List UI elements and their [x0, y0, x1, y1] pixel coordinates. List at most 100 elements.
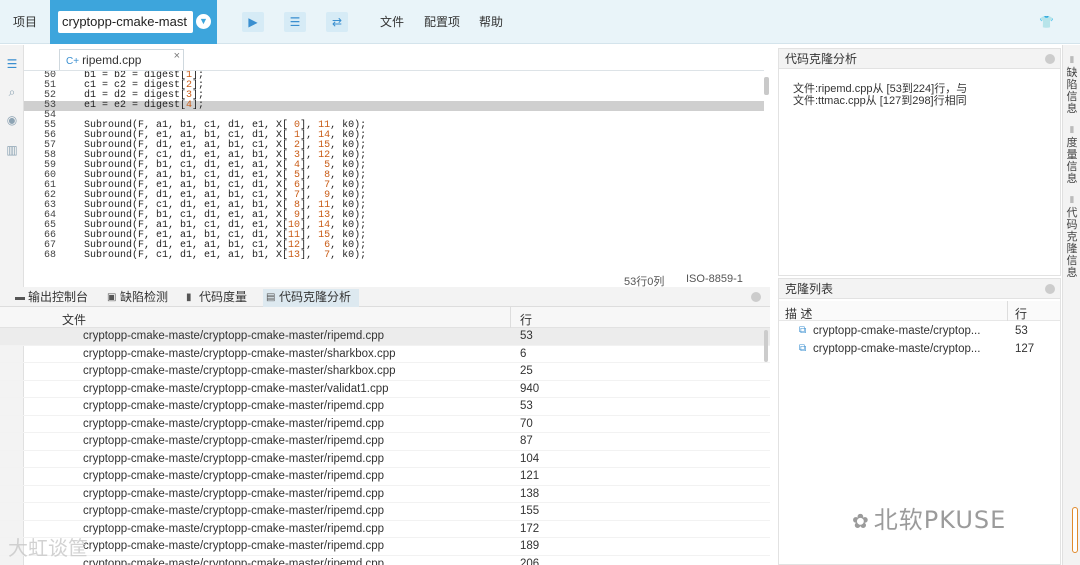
bar-chart-icon: ▮ — [1069, 124, 1075, 134]
list-item[interactable]: ⧉ cryptopp-cmake-maste/cryptop... 53 — [779, 322, 1060, 340]
line-number: 53 — [520, 330, 533, 342]
table-row[interactable]: cryptopp-cmake-maste/cryptopp-cmake-mast… — [0, 451, 770, 468]
skin-icon[interactable]: 👕 — [1039, 15, 1054, 29]
clone-desc-line: 文件:ripemd.cpp从 [53到224]行，与 — [793, 83, 968, 95]
line-number: 172 — [520, 522, 540, 535]
file-encoding: ISO-8859-1 — [686, 273, 743, 285]
code-line[interactable]: 53 e1 = e2 = digest[4]; — [24, 101, 764, 111]
document-icon: ▤ — [266, 292, 276, 303]
minimize-icon[interactable] — [1045, 284, 1055, 294]
tab-defect[interactable]: ▣ 缺陷检测 — [104, 289, 168, 307]
close-icon[interactable]: × — [174, 46, 180, 66]
line-number: 206 — [520, 557, 540, 565]
code-text: e1 = e2 = digest[4]; — [60, 100, 205, 111]
table-row[interactable]: cryptopp-cmake-maste/cryptopp-cmake-mast… — [0, 328, 770, 346]
run-icon[interactable]: ▶ — [242, 12, 264, 32]
table-row[interactable]: cryptopp-cmake-maste/cryptopp-cmake-mast… — [0, 433, 770, 451]
list-icon[interactable]: ☰ — [284, 12, 306, 32]
table-row[interactable]: cryptopp-cmake-maste/cryptopp-cmake-mast… — [0, 381, 770, 398]
line-number: 155 — [520, 505, 540, 517]
vertical-tab-label: 缺陷信息 — [1066, 67, 1078, 115]
file-path: cryptopp-cmake-maste/cryptopp-cmake-mast… — [83, 557, 385, 565]
minimize-icon[interactable] — [751, 292, 761, 302]
right-tab-strip: ▮ 缺陷信息 ▮ 度量信息 ▮ 代码克隆信息 — [1062, 45, 1080, 565]
target-icon[interactable]: ◉ — [4, 112, 20, 128]
vertical-tab-label: 代码克隆信息 — [1066, 207, 1078, 279]
code-area[interactable]: 50 b1 = b2 = digest[1]; 51 c1 = c2 = dige… — [24, 70, 764, 268]
table-row[interactable]: cryptopp-cmake-maste/cryptopp-cmake-mast… — [0, 521, 770, 538]
file-path: cryptopp-cmake-maste/cryptopp-cmake-mast… — [83, 522, 385, 535]
cpp-file-icon: C+ — [66, 56, 80, 67]
swap-icon[interactable]: ⇄ — [326, 12, 348, 32]
table-row[interactable]: cryptopp-cmake-maste/cryptopp-cmake-mast… — [0, 556, 770, 565]
table-row[interactable]: cryptopp-cmake-maste/cryptopp-cmake-mast… — [0, 363, 770, 381]
chevron-down-icon[interactable]: ▼ — [196, 14, 211, 29]
list-view-icon[interactable]: ☰ — [4, 56, 20, 72]
line-number: 138 — [520, 487, 540, 500]
scrollbar[interactable] — [764, 330, 768, 362]
editor-tab-label: ripemd.cpp — [82, 53, 142, 67]
file-path: cryptopp-cmake-maste/cryptopp-cmake-mast… — [83, 417, 385, 430]
file-path: cryptopp-cmake-maste/cryptopp-cmake-mast… — [83, 400, 385, 412]
clone-description: 文件:ripemd.cpp从 [53到224]行，与 文件:ttmac.cpp从… — [793, 83, 1053, 107]
panel-title: 克隆列表 — [779, 279, 1060, 299]
editor-tab[interactable]: C+ ripemd.cpp × — [59, 49, 184, 70]
line-number: 87 — [520, 435, 533, 447]
chart-icon[interactable]: ▥ — [4, 142, 20, 158]
menu-config[interactable]: 配置项 — [424, 13, 460, 30]
column-header-file[interactable]: 文件 — [62, 311, 86, 328]
line-number: 6 — [520, 347, 527, 360]
project-selector-area: cryptopp-cmake-mast ▼ — [50, 0, 217, 44]
tab-defect-info[interactable]: ▮ 缺陷信息 — [1065, 53, 1079, 115]
vertical-tab-label: 度量信息 — [1066, 137, 1078, 185]
code-editor: C+ ripemd.cpp × 50 b1 = b2 = digest[1]; 51… — [24, 45, 774, 288]
menu-help[interactable]: 帮助 — [479, 13, 503, 30]
file-path: cryptopp-cmake-maste/cryptopp-cmake-mast… — [83, 382, 389, 395]
document-icon: ▮ — [1069, 54, 1075, 64]
tab-clone-info[interactable]: ▮ 代码克隆信息 — [1065, 193, 1079, 279]
scrollbar[interactable] — [1072, 507, 1078, 553]
tab-metric-info[interactable]: ▮ 度量信息 — [1065, 123, 1079, 185]
menu-file[interactable]: 文件 — [380, 13, 404, 30]
file-path: cryptopp-cmake-maste/cryptopp-cmake-mast… — [83, 470, 385, 482]
project-label: 项目 — [12, 15, 37, 29]
file-path: cryptopp-cmake-maste/cryptopp-cmake-mast… — [83, 487, 385, 500]
column-header-desc[interactable]: 描 述 — [785, 305, 812, 322]
column-header-line[interactable]: 行 — [1015, 305, 1027, 322]
search-icon[interactable]: ⌕ — [4, 84, 20, 100]
tab-clone-analysis[interactable]: ▤ 代码克隆分析 — [263, 289, 360, 307]
column-header-line[interactable]: 行 — [520, 311, 532, 328]
table-header: 文件 行 — [0, 307, 770, 328]
table-row[interactable]: cryptopp-cmake-maste/cryptopp-cmake-mast… — [0, 346, 770, 363]
table-row[interactable]: cryptopp-cmake-maste/cryptopp-cmake-mast… — [0, 468, 770, 486]
tab-metrics[interactable]: ▮ 代码度量 — [183, 289, 247, 307]
tab-console[interactable]: ▬ 输出控制台 — [12, 289, 88, 307]
table-row[interactable]: cryptopp-cmake-maste/cryptopp-cmake-mast… — [0, 398, 770, 416]
clone-file-table: 文件 行 cryptopp-cmake-maste/cryptopp-cmake… — [0, 307, 770, 565]
code-line[interactable]: 68 Subround(F, c1, d1, e1, a1, b1, X[13]… — [24, 251, 764, 261]
line-number: 121 — [520, 470, 540, 482]
project-select[interactable]: cryptopp-cmake-mast — [58, 11, 193, 33]
table-row[interactable]: cryptopp-cmake-maste/cryptopp-cmake-mast… — [0, 486, 770, 503]
file-path: cryptopp-cmake-maste/cryptopp-cmake-mast… — [83, 365, 396, 377]
bar-chart-icon: ▮ — [186, 292, 192, 303]
line-number: 940 — [520, 382, 540, 395]
document-icon: ▮ — [1069, 194, 1075, 204]
table-row[interactable]: cryptopp-cmake-maste/cryptopp-cmake-mast… — [0, 538, 770, 556]
list-item[interactable]: ⧉ cryptopp-cmake-maste/cryptop... 127 — [779, 340, 1060, 358]
scrollbar[interactable] — [764, 77, 769, 95]
watermark: 大虹谈筐 — [8, 538, 88, 560]
table-row[interactable]: cryptopp-cmake-maste/cryptopp-cmake-mast… — [0, 416, 770, 433]
table-row[interactable]: cryptopp-cmake-maste/cryptopp-cmake-mast… — [0, 503, 770, 521]
file-path: cryptopp-cmake-maste/cryptopp-cmake-mast… — [83, 540, 385, 552]
line-number: 70 — [520, 417, 533, 430]
table-header: 描 述 行 — [779, 301, 1060, 321]
link-file-icon: ⧉ — [799, 343, 807, 354]
top-toolbar: 项目 cryptopp-cmake-mast ▼ ▶ ☰ ⇄ 文件 配置项 帮助… — [0, 0, 1080, 44]
line-number: 25 — [520, 365, 533, 377]
monitor-icon: ▬ — [15, 292, 25, 303]
wechat-icon: ✿ — [852, 509, 870, 533]
link-file-icon: ⧉ — [799, 325, 807, 336]
defect-icon: ▣ — [107, 292, 117, 303]
minimize-icon[interactable] — [1045, 54, 1055, 64]
